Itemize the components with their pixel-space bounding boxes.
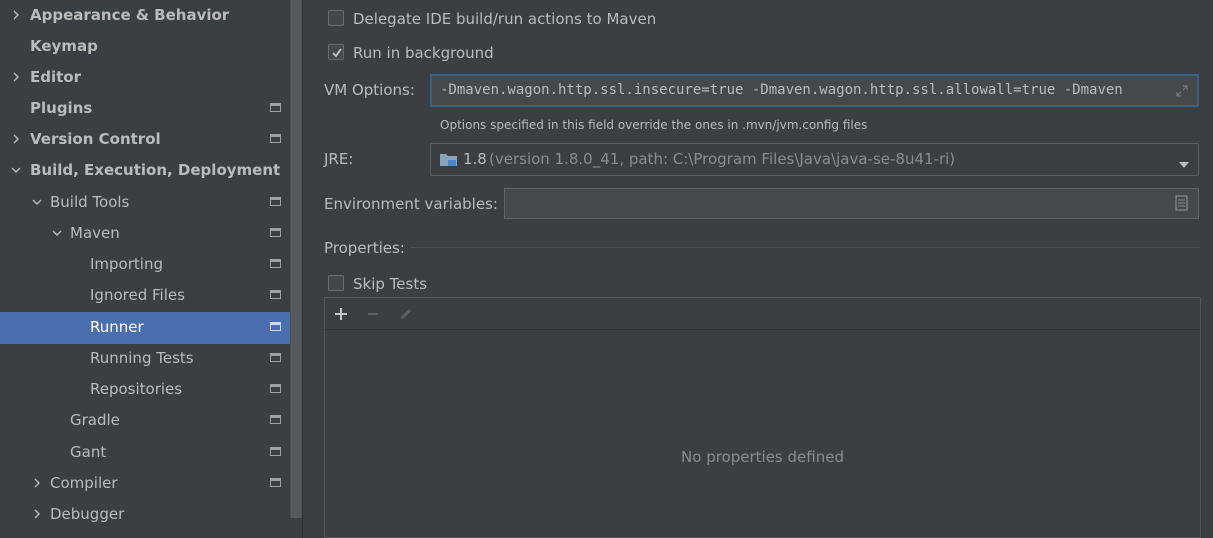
- project-settings-icon: [270, 259, 281, 268]
- empty-properties-text: No properties defined: [681, 448, 844, 466]
- sidebar-item-label: Debugger: [50, 505, 125, 523]
- sidebar-item-label: Ignored Files: [90, 286, 185, 304]
- project-settings-icon: [270, 384, 281, 393]
- sidebar-item-label: Version Control: [30, 130, 161, 148]
- sidebar-item-label: Runner: [90, 318, 144, 336]
- dropdown-arrow-icon[interactable]: [1178, 155, 1190, 173]
- jre-label: JRE:: [324, 150, 354, 168]
- settings-sidebar: Appearance & Behavior Keymap Editor Plug…: [0, 0, 302, 538]
- sidebar-item-label: Build Tools: [50, 193, 130, 211]
- run-in-background-checkbox[interactable]: [328, 44, 344, 60]
- sidebar-item-label: Appearance & Behavior: [30, 6, 230, 24]
- sidebar-item-editor[interactable]: Editor: [0, 62, 302, 93]
- sidebar-item-repositories[interactable]: Repositories: [0, 374, 302, 405]
- sidebar-item-label: Importing: [90, 255, 163, 273]
- vm-options-hint: Options specified in this field override…: [440, 118, 868, 132]
- run-in-background-label[interactable]: Run in background: [353, 44, 494, 62]
- jre-version: 1.8: [463, 150, 487, 168]
- chevron-down-icon[interactable]: [52, 228, 62, 238]
- vm-options-value: -Dmaven.wagon.http.ssl.insecure=true -Dm…: [440, 82, 1123, 98]
- edit-pencil-icon[interactable]: [397, 305, 415, 323]
- browse-document-icon[interactable]: [1175, 195, 1188, 215]
- sidebar-item-plugins[interactable]: Plugins: [0, 93, 302, 124]
- delegate-label[interactable]: Delegate IDE build/run actions to Maven: [353, 10, 656, 28]
- properties-separator: [411, 247, 1200, 248]
- chevron-right-icon[interactable]: [32, 478, 42, 488]
- sidebar-item-debugger[interactable]: Debugger: [0, 499, 302, 530]
- vm-options-field[interactable]: -Dmaven.wagon.http.ssl.insecure=true -Dm…: [430, 74, 1199, 107]
- chevron-right-icon[interactable]: [11, 72, 21, 82]
- sidebar-item-build-tools[interactable]: Build Tools: [0, 187, 302, 218]
- sidebar-item-build-execution-deployment[interactable]: Build, Execution, Deployment: [0, 155, 302, 186]
- sidebar-item-gradle[interactable]: Gradle: [0, 405, 302, 436]
- sidebar-item-label: Plugins: [30, 99, 93, 117]
- sidebar-item-label: Editor: [30, 68, 81, 86]
- project-settings-icon: [270, 353, 281, 362]
- sidebar-item-maven[interactable]: Maven: [0, 218, 302, 249]
- sidebar-item-gant[interactable]: Gant: [0, 437, 302, 468]
- jdk-folder-icon: [439, 151, 459, 173]
- sidebar-item-compiler[interactable]: Compiler: [0, 468, 302, 499]
- env-vars-field[interactable]: [504, 188, 1199, 219]
- properties-label: Properties:: [324, 239, 405, 257]
- vm-options-label: VM Options:: [324, 81, 415, 99]
- sidebar-scrollbar-thumb[interactable]: [291, 0, 301, 518]
- sidebar-item-importing[interactable]: Importing: [0, 249, 302, 280]
- skip-tests-checkbox[interactable]: [328, 275, 344, 291]
- sidebar-item-label: Gradle: [70, 411, 120, 429]
- chevron-down-icon[interactable]: [32, 197, 42, 207]
- project-settings-icon: [270, 290, 281, 299]
- sidebar-item-label: Gant: [70, 443, 107, 461]
- sidebar-item-label: Repositories: [90, 380, 183, 398]
- chevron-right-icon[interactable]: [11, 134, 21, 144]
- sidebar-item-label: Compiler: [50, 474, 118, 492]
- project-settings-icon: [270, 228, 281, 237]
- sidebar-item-label: Keymap: [30, 37, 98, 55]
- sidebar-item-version-control[interactable]: Version Control: [0, 124, 302, 155]
- sidebar-item-label: Maven: [70, 224, 120, 242]
- add-icon[interactable]: [332, 305, 350, 323]
- project-settings-icon: [270, 447, 281, 456]
- maven-runner-panel: Delegate IDE build/run actions to Maven …: [303, 0, 1213, 538]
- sidebar-item-label: Running Tests: [90, 349, 194, 367]
- project-settings-icon: [270, 134, 281, 143]
- remove-icon[interactable]: [364, 305, 382, 323]
- project-settings-icon: [270, 322, 281, 331]
- project-settings-icon: [270, 103, 281, 112]
- delegate-checkbox[interactable]: [328, 10, 344, 26]
- properties-table[interactable]: No properties defined: [324, 297, 1201, 538]
- chevron-right-icon[interactable]: [32, 509, 42, 519]
- project-settings-icon: [270, 478, 281, 487]
- sidebar-item-label: Build, Execution, Deployment: [30, 161, 281, 179]
- properties-toolbar: [325, 298, 1200, 330]
- sidebar-item-appearance-behavior[interactable]: Appearance & Behavior: [0, 0, 302, 31]
- expand-icon[interactable]: [1175, 84, 1189, 102]
- sidebar-item-runner[interactable]: Runner: [0, 312, 302, 344]
- skip-tests-label[interactable]: Skip Tests: [353, 275, 427, 293]
- sidebar-item-keymap[interactable]: Keymap: [0, 31, 302, 62]
- project-settings-icon: [270, 197, 281, 206]
- checkmark-icon: [332, 48, 342, 58]
- env-vars-label: Environment variables:: [324, 195, 498, 213]
- sidebar-item-ignored-files[interactable]: Ignored Files: [0, 280, 302, 311]
- jre-combobox[interactable]: 1.8 (version 1.8.0_41, path: C:\Program …: [430, 143, 1199, 176]
- project-settings-icon: [270, 415, 281, 424]
- chevron-right-icon[interactable]: [11, 10, 21, 20]
- sidebar-item-running-tests[interactable]: Running Tests: [0, 343, 302, 374]
- chevron-down-icon[interactable]: [11, 165, 21, 175]
- jre-detail: (version 1.8.0_41, path: C:\Program File…: [489, 150, 956, 168]
